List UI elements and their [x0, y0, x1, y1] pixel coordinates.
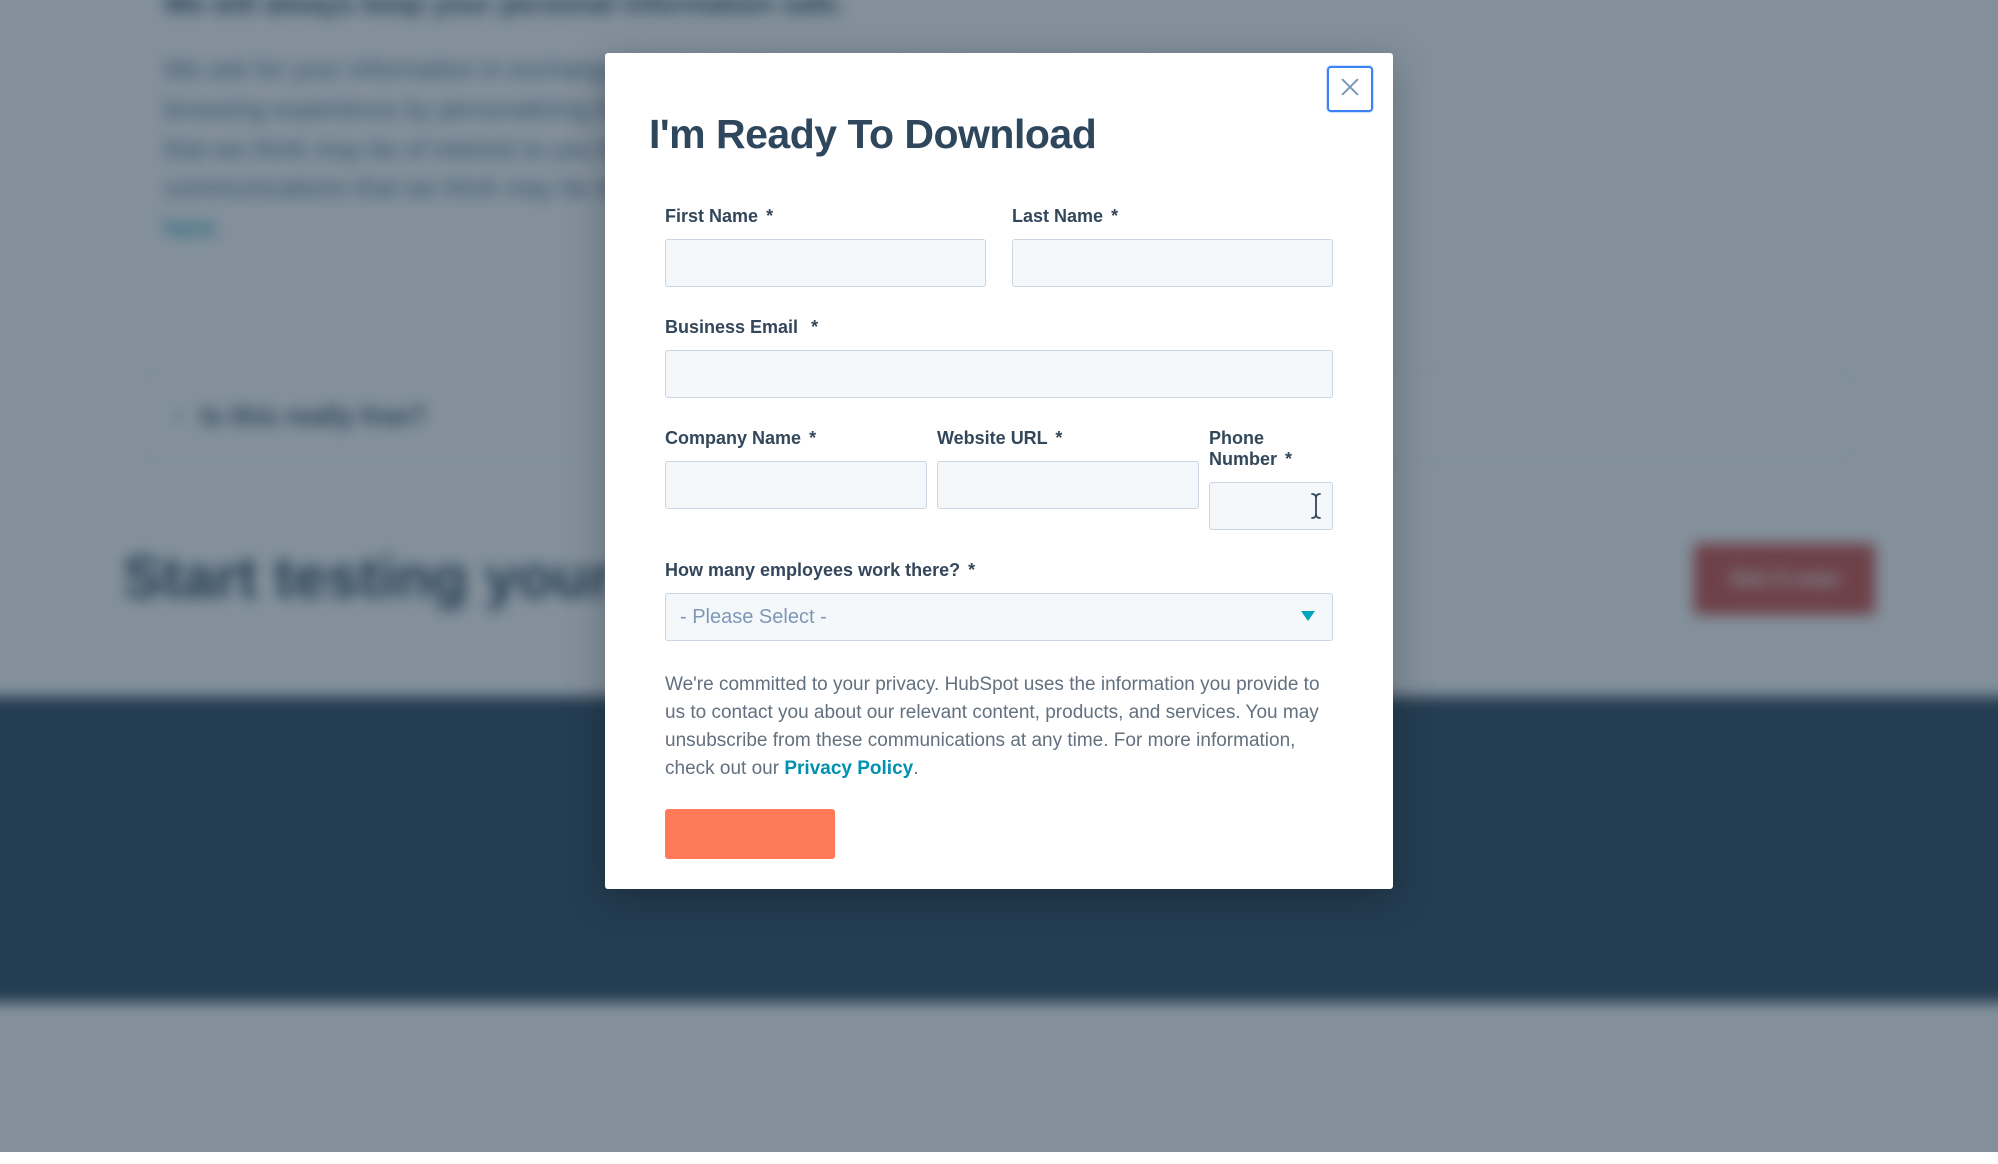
first-name-required: *	[766, 206, 773, 226]
disclaimer-tail: .	[913, 758, 918, 779]
last-name-label: Last Name *	[1012, 206, 1333, 227]
website-url-label-text: Website URL	[937, 428, 1047, 448]
employees-required: *	[968, 560, 975, 580]
download-modal: I'm Ready To Download First Name * Last …	[605, 53, 1393, 889]
last-name-required: *	[1111, 206, 1118, 226]
phone-number-label-text: Phone Number	[1209, 428, 1277, 469]
privacy-policy-link[interactable]: Privacy Policy	[784, 758, 913, 779]
phone-number-input[interactable]	[1209, 482, 1333, 530]
last-name-label-text: Last Name	[1012, 206, 1103, 226]
business-email-required: *	[811, 317, 818, 337]
privacy-disclaimer: We're committed to your privacy. HubSpot…	[665, 671, 1333, 783]
website-url-required: *	[1055, 428, 1062, 448]
company-name-label-text: Company Name	[665, 428, 801, 448]
phone-number-field: Phone Number *	[1209, 428, 1333, 530]
last-name-input[interactable]	[1012, 239, 1333, 287]
phone-number-required: *	[1285, 449, 1292, 469]
employees-label-text: How many employees work there?	[665, 560, 960, 580]
company-name-label: Company Name *	[665, 428, 927, 449]
employees-field: How many employees work there? * - Pleas…	[665, 560, 1333, 641]
business-email-input[interactable]	[665, 350, 1333, 398]
employees-select[interactable]: - Please Select -	[665, 593, 1333, 641]
close-icon	[1339, 76, 1361, 103]
company-name-input[interactable]	[665, 461, 927, 509]
last-name-field: Last Name *	[1012, 206, 1333, 287]
phone-number-label: Phone Number *	[1209, 428, 1333, 470]
company-name-required: *	[809, 428, 816, 448]
first-name-input[interactable]	[665, 239, 986, 287]
first-name-field: First Name *	[665, 206, 986, 287]
website-url-label: Website URL *	[937, 428, 1199, 449]
website-url-field: Website URL *	[937, 428, 1199, 530]
employees-label: How many employees work there? *	[665, 560, 1333, 581]
disclaimer-lead: We're committed to your privacy. HubSpot…	[665, 674, 1320, 779]
company-name-field: Company Name *	[665, 428, 927, 530]
close-button[interactable]	[1327, 66, 1373, 112]
modal-title: I'm Ready To Download	[649, 111, 1349, 158]
business-email-label-text: Business Email	[665, 317, 798, 337]
download-form: First Name * Last Name * Business Email	[649, 206, 1349, 889]
first-name-label: First Name *	[665, 206, 986, 227]
modal-scroll-area[interactable]: I'm Ready To Download First Name * Last …	[605, 53, 1393, 889]
submit-button[interactable]	[665, 809, 835, 859]
first-name-label-text: First Name	[665, 206, 758, 226]
website-url-input[interactable]	[937, 461, 1199, 509]
business-email-label: Business Email *	[665, 317, 1333, 338]
business-email-field: Business Email *	[665, 317, 1333, 398]
